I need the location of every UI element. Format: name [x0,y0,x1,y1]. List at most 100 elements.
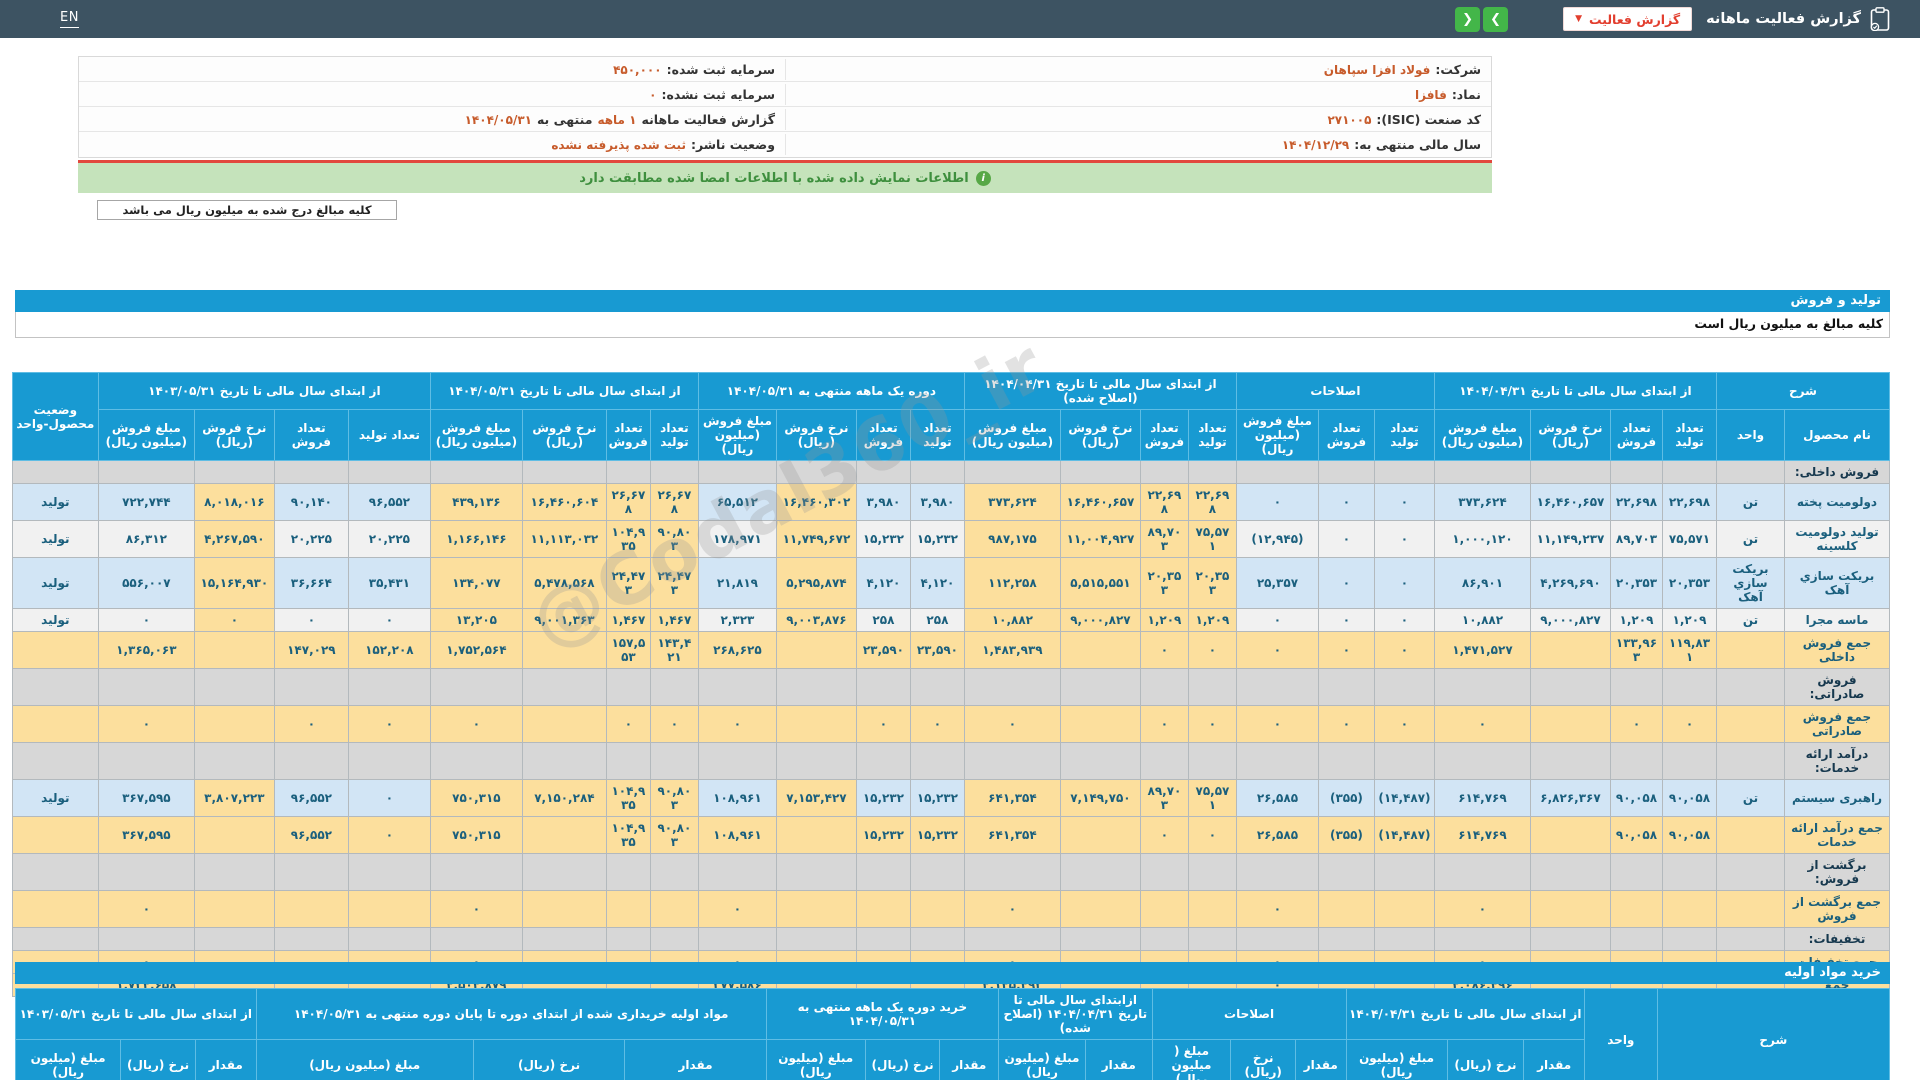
column-header: مبلغ (میلیون ریال) [1346,1040,1447,1080]
production-sales-table-slot: شرحاز ابتدای سال مالی تا تاریخ ۱۴۰۴/۰۴/۳… [15,372,1890,997]
table-cell [1060,461,1140,484]
table-cell [1434,743,1530,780]
column-group-header: اصلاحات [1152,989,1346,1040]
table-cell: ۰ [274,609,348,632]
table-cell: (۳۵۵) [1318,780,1374,817]
row-label: تولید دولومیت کلسینه [1785,521,1890,558]
table-cell: ۱۶,۴۶۰,۶۵۷ [1530,484,1610,521]
table-cell [776,632,856,669]
column-header: نرخ (ریال) [121,1040,196,1080]
table-cell: ۲۳,۵۹۰ [856,632,910,669]
table-cell: ۲۰,۳۵۳ [1662,558,1716,609]
table-cell [1318,928,1374,951]
table-cell: ۰ [1374,558,1434,609]
info-label: گزارش فعالیت ماهانه [641,112,775,127]
table-cell: ۱,۲۰۹ [1140,609,1188,632]
table-cell: ۹۰,۱۴۰ [274,484,348,521]
report-type-dropdown[interactable]: گزارش فعالیت ▼ [1563,7,1692,31]
table-cell: ۰ [606,706,650,743]
table-cell: ۰ [1374,632,1434,669]
table-cell [1610,928,1662,951]
table-cell [274,743,348,780]
table-cell [650,743,698,780]
table-cell: ۶۵,۵۱۲ [698,484,776,521]
table-cell [98,928,194,951]
table-cell [1318,891,1374,928]
table-cell: ۰ [1434,706,1530,743]
table-cell: ۲۶,۶۷۸ [606,484,650,521]
table-cell [1530,891,1610,928]
column-header: مبلغ فروش (میلیون ریال) [1434,410,1530,461]
table-cell: ۰ [1318,609,1374,632]
table-cell [776,928,856,951]
table-cell [964,928,1060,951]
column-group-header: شرح [1657,989,1889,1080]
table-cell: ۰ [98,609,194,632]
table-cell: تن [1716,780,1784,817]
column-group-header: اصلاحات [1236,373,1434,410]
table-cell [856,669,910,706]
column-group-header: ازابتدای سال مالی تا تاریخ ۱۴۰۴/۰۴/۳۱ (ا… [999,989,1153,1040]
table-cell: ۰ [1140,632,1188,669]
info-label: سرمایه ثبت شده: [667,62,775,77]
column-header: تعداد تولید [650,410,698,461]
table-cell [522,632,606,669]
raw-material-table: شرحواحداز ابتدای سال مالی تا تاریخ ۱۴۰۴/… [15,988,1890,1080]
next-report-button[interactable]: ❯ [1483,7,1508,32]
table-cell: ۲۴,۴۷۳ [606,558,650,609]
table-cell: ۰ [1374,609,1434,632]
table-cell: ۶۱۴,۷۶۹ [1434,780,1530,817]
table-cell [606,854,650,891]
table-cell: ۰ [1188,817,1236,854]
table-cell: ۱,۴۸۳,۹۳۹ [964,632,1060,669]
table-cell: ۶۴۱,۳۵۴ [964,780,1060,817]
table-cell [12,706,98,743]
table-cell: ۱,۲۰۹ [1188,609,1236,632]
info-value: ۰ [649,88,656,102]
column-group-header: از ابتدای سال مالی تا تاریخ ۱۴۰۴/۰۴/۳۱ (… [964,373,1236,410]
table-cell [964,854,1060,891]
table-cell [1060,928,1140,951]
table-cell [910,928,964,951]
table-cell [430,743,522,780]
chevron-down-icon: ▼ [1575,15,1582,24]
table-cell: تولید [12,780,98,817]
table-cell [1530,817,1610,854]
table-cell: ۱۰۸,۹۶۱ [698,817,776,854]
table-cell: ۷۵,۵۷۱ [1188,521,1236,558]
table-cell: ۲۲,۶۹۸ [1610,484,1662,521]
previous-report-button[interactable]: ❮ [1455,7,1480,32]
column-header: نرخ (ریال) [1231,1040,1296,1080]
table-cell [964,743,1060,780]
table-cell [1236,928,1318,951]
info-value: ثبت شده پذیرفته نشده [551,138,686,152]
language-toggle-en[interactable]: EN [60,10,79,28]
table-cell: ۲۰,۲۲۵ [348,521,430,558]
table-cell: ۷۲۲,۷۴۴ [98,484,194,521]
table-cell [12,632,98,669]
column-header: تعداد فروش [274,410,348,461]
table-cell: ۱,۴۷۱,۵۲۷ [1434,632,1530,669]
info-value: ۱۴۰۴/۰۵/۳۱ [465,113,532,127]
table-cell [1060,632,1140,669]
total-row: جمع برگشت از فروش۰۰۰۰۰۰ [12,891,1889,928]
table-cell [1530,854,1610,891]
table-cell: ۲۲,۶۹۸ [1140,484,1188,521]
table-cell [1374,928,1434,951]
table-cell: ۱۰۴,۹۳۵ [606,521,650,558]
table-cell [650,928,698,951]
table-cell [1140,743,1188,780]
table-cell: ۱۵,۲۳۲ [856,817,910,854]
table-cell: ۰ [274,706,348,743]
table-cell [1716,854,1784,891]
section-title-raw-material: خرید مواد اولیه [15,962,1890,984]
table-cell [1716,817,1784,854]
table-cell [856,743,910,780]
category-row: فروش صادراتی: [12,669,1889,706]
total-row: جمع فروش داخلی۱۱۹,۸۳۱۱۳۳,۹۶۳۱,۴۷۱,۵۲۷۰۰۰… [12,632,1889,669]
table-cell [348,928,430,951]
table-cell [98,743,194,780]
table-cell [1140,854,1188,891]
table-cell [1434,669,1530,706]
table-cell [1662,928,1716,951]
